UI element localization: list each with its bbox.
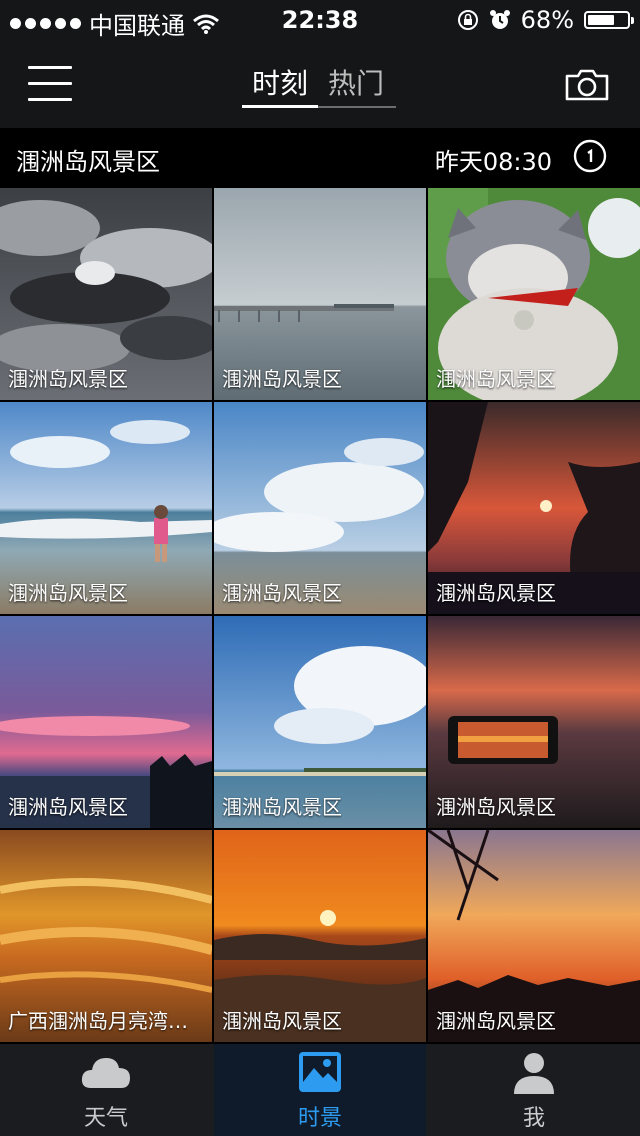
tab-moments[interactable]: 时刻 [252, 62, 308, 102]
photo-tile[interactable]: 涠洲岛风景区 [0, 188, 212, 400]
tab-popular[interactable]: 热门 [328, 62, 384, 102]
photo-caption: 涠洲岛风景区 [8, 795, 128, 819]
cloud-icon [81, 1058, 130, 1088]
photo-caption: 涠洲岛风景区 [436, 581, 556, 605]
camera-icon[interactable] [564, 68, 610, 102]
photo-tile[interactable]: 涠洲岛风景区 [214, 616, 426, 828]
photo-caption: 涠洲岛风景区 [436, 1009, 556, 1033]
photo-tile[interactable]: 涠洲岛风景区 [0, 402, 212, 614]
photo-tile[interactable]: 涠洲岛风景区 [0, 616, 212, 828]
header-tabs: 时刻 热门 [242, 62, 396, 108]
photo-tile[interactable]: 涠洲岛风景区 [428, 616, 640, 828]
photo-tile[interactable]: 涠洲岛风景区 [214, 402, 426, 614]
tab-label: 时景 [297, 1106, 342, 1131]
tab-label: 我 [522, 1106, 545, 1131]
photo-caption: 涠洲岛风景区 [222, 1009, 342, 1033]
status-right: 68% [457, 6, 634, 34]
battery-fill [588, 15, 614, 25]
status-bar: 中国联通 22:38 68% [0, 0, 640, 40]
battery-percent: 68% [520, 6, 574, 34]
tab-scenes[interactable]: 时景 [214, 1044, 426, 1136]
clock-icon[interactable] [573, 139, 607, 173]
tab-underline [242, 105, 396, 108]
tab-me[interactable]: 我 [428, 1044, 640, 1136]
photo-tile[interactable]: 广西涠洲岛月亮湾… [0, 830, 212, 1042]
tab-label: 天气 [83, 1106, 128, 1131]
photo-grid: 涠洲岛风景区 涠洲岛风景区 涠洲岛风景区 涠洲岛风景区 涠洲岛风景区 涠洲岛风景… [0, 188, 640, 1044]
location-title: 涠洲岛风景区 [16, 148, 160, 176]
photo-caption: 涠洲岛风景区 [8, 367, 128, 391]
photo-tile[interactable]: 涠洲岛风景区 [214, 188, 426, 400]
photo-tile[interactable]: 涠洲岛风景区 [428, 830, 640, 1042]
user-icon [514, 1053, 554, 1094]
alarm-icon [489, 10, 510, 29]
tab-weather[interactable]: 天气 [0, 1044, 212, 1136]
photo-tile[interactable]: 涠洲岛风景区 [214, 830, 426, 1042]
header: 时刻 热门 [0, 40, 640, 128]
photo-caption: 涠洲岛风景区 [222, 581, 342, 605]
photo-caption: 涠洲岛风景区 [436, 795, 556, 819]
photo-tile[interactable]: 涠洲岛风景区 [428, 188, 640, 400]
location-time: 昨天08:30 [434, 148, 552, 176]
tab-active-indicator [242, 105, 318, 108]
photo-caption: 涠洲岛风景区 [222, 795, 342, 819]
rotation-lock-icon [457, 10, 478, 30]
photo-tile[interactable]: 涠洲岛风景区 [428, 402, 640, 614]
tab-bar: 天气 时景 我 [0, 1044, 640, 1136]
photo-caption: 涠洲岛风景区 [436, 367, 556, 391]
photo-caption: 涠洲岛风景区 [222, 367, 342, 391]
battery-icon [584, 11, 634, 29]
picture-icon [299, 1052, 341, 1092]
location-bar: 涠洲岛风景区 昨天08:30 [0, 128, 640, 188]
hamburger-icon[interactable] [28, 66, 72, 102]
photo-caption: 涠洲岛风景区 [8, 581, 128, 605]
photo-caption: 广西涠洲岛月亮湾… [8, 1009, 188, 1033]
